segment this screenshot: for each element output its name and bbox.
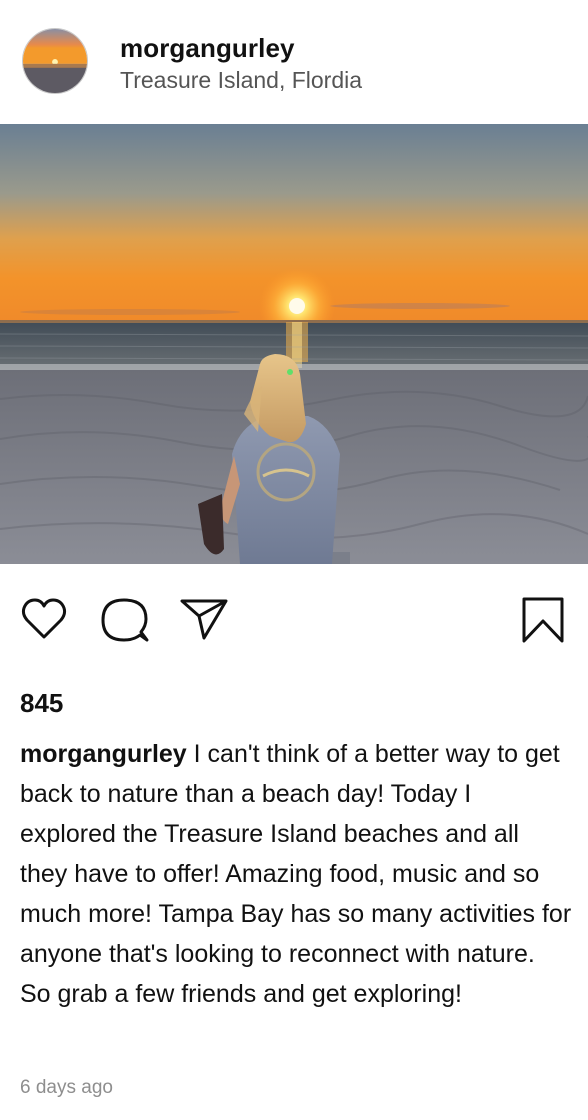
comment-icon[interactable] (100, 596, 150, 646)
heart-icon[interactable] (20, 596, 68, 642)
post-actions (0, 596, 588, 646)
avatar-sunset-image (23, 29, 87, 93)
bookmark-icon[interactable] (520, 596, 566, 644)
timestamp: 6 days ago (20, 1077, 113, 1098)
avatar[interactable] (22, 28, 88, 94)
caption-text: I can't think of a better way to get bac… (20, 740, 572, 1008)
post-photo[interactable] (0, 124, 588, 564)
likes-count[interactable]: 845 (20, 688, 63, 719)
caption-username[interactable]: morgangurley (20, 740, 187, 768)
caption: morgangurley I can't think of a better w… (20, 734, 572, 1014)
post-header: morgangurley Treasure Island, Flordia (0, 0, 588, 124)
paper-plane-icon[interactable] (179, 596, 229, 642)
beach-sunset-image (0, 124, 588, 564)
username[interactable]: morgangurley (120, 33, 295, 64)
location[interactable]: Treasure Island, Flordia (120, 67, 362, 94)
